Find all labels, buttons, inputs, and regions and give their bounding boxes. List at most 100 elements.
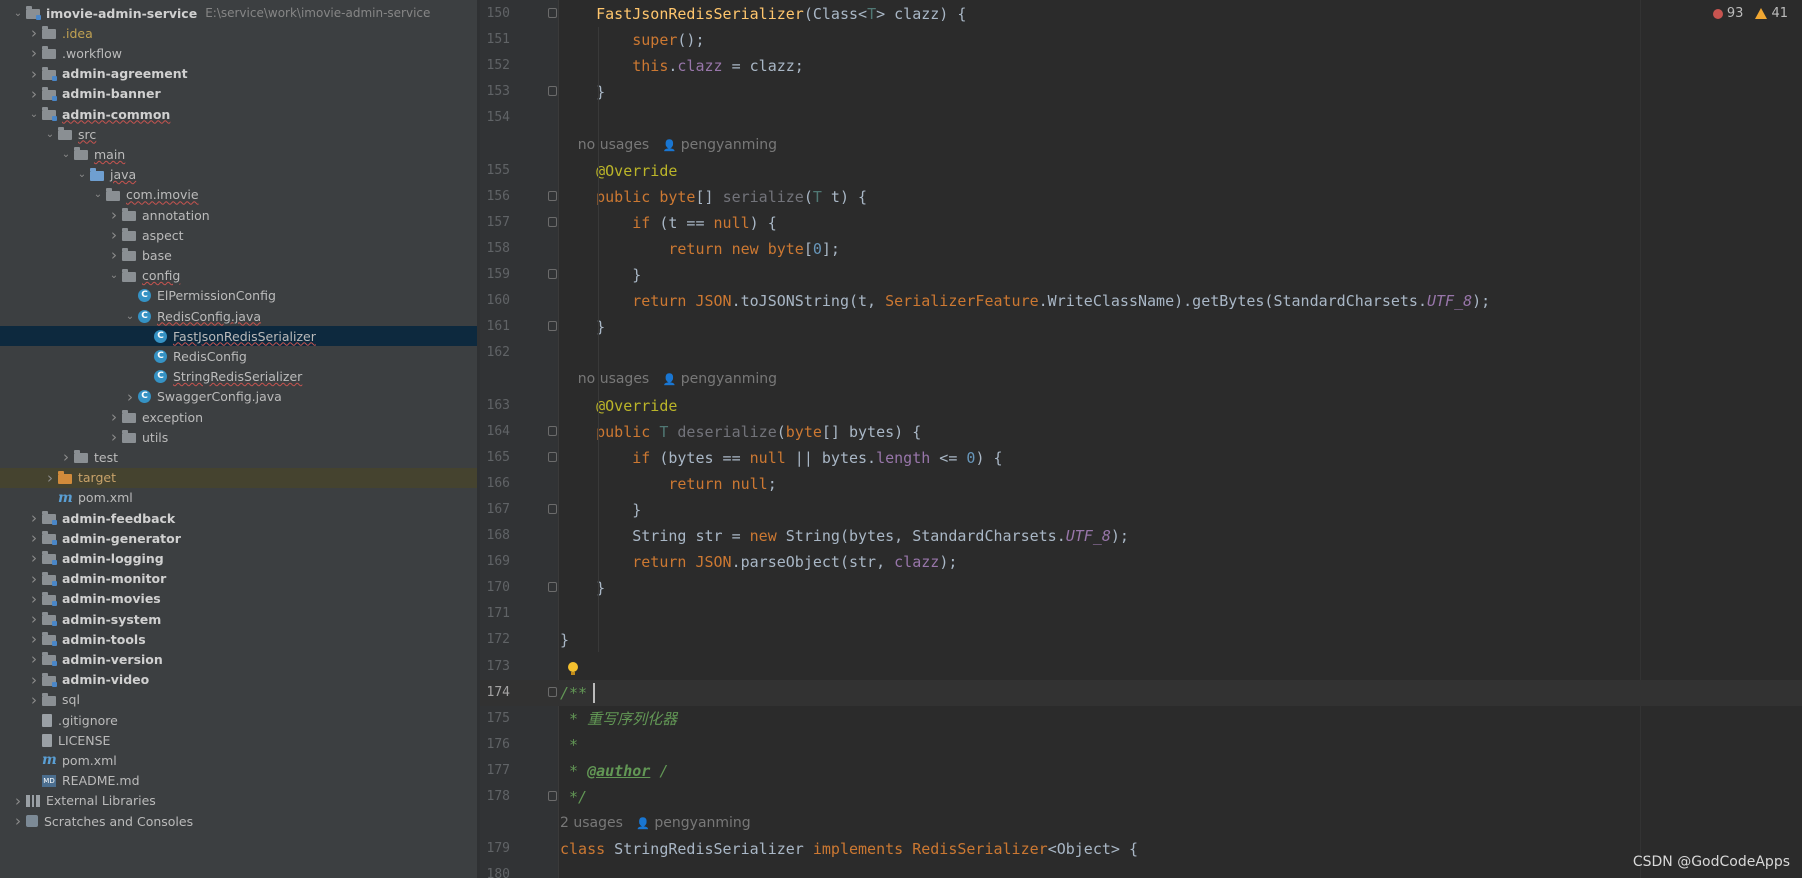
- chevron-down-icon[interactable]: ⌄: [74, 169, 90, 180]
- chevron-down-icon[interactable]: ⌄: [90, 189, 106, 200]
- tree-item[interactable]: › sql: [0, 690, 477, 710]
- fold-marker-icon[interactable]: [548, 582, 557, 593]
- tree-item[interactable]: ⌄ C RedisConfig.java: [0, 306, 477, 326]
- code-line[interactable]: 163 @Override: [480, 393, 1802, 419]
- code-line[interactable]: 171: [480, 601, 1802, 627]
- fold-marker-icon[interactable]: [548, 451, 557, 462]
- chevron-down-icon[interactable]: ⌄: [122, 311, 138, 322]
- tree-item[interactable]: › admin-banner: [0, 84, 477, 104]
- chevron-right-icon[interactable]: ›: [26, 650, 42, 668]
- fold-marker-icon[interactable]: [548, 269, 557, 279]
- code-line[interactable]: 180: [480, 862, 1802, 878]
- chevron-right-icon[interactable]: ›: [106, 206, 122, 224]
- tree-item[interactable]: ⌄ src: [0, 124, 477, 144]
- tree-item[interactable]: .gitignore: [0, 710, 477, 730]
- tree-item[interactable]: ⌄ java: [0, 165, 477, 185]
- chevron-right-icon[interactable]: ›: [26, 44, 42, 62]
- code-line[interactable]: 156 public byte[] serialize(T t) {: [480, 184, 1802, 210]
- lightbulb-icon[interactable]: [568, 662, 578, 675]
- fold-marker-icon[interactable]: [548, 321, 557, 332]
- chevron-right-icon[interactable]: ›: [26, 590, 42, 608]
- chevron-right-icon[interactable]: ›: [26, 671, 42, 689]
- tree-item[interactable]: › annotation: [0, 205, 477, 225]
- tree-item[interactable]: › exception: [0, 407, 477, 427]
- tree-item[interactable]: C FastJsonRedisSerializer: [0, 326, 477, 347]
- tree-item[interactable]: ⌄ imovie-admin-service E:\service\work\imo…: [0, 3, 477, 23]
- chevron-down-icon[interactable]: ⌄: [42, 129, 58, 140]
- tree-item[interactable]: › aspect: [0, 225, 477, 245]
- code-line[interactable]: 162: [480, 340, 1802, 366]
- inlay-hint-line[interactable]: no usages 👤 pengyanming: [480, 132, 1802, 158]
- code-editor[interactable]: 150 FastJsonRedisSerializer(Class<T> cla…: [480, 0, 1802, 878]
- tree-item[interactable]: C StringRedisSerializer: [0, 367, 477, 387]
- code-line[interactable]: 168 String str = new String(bytes, Stand…: [480, 523, 1802, 549]
- code-line[interactable]: 159 }: [480, 262, 1802, 288]
- tree-item[interactable]: › admin-version: [0, 649, 477, 669]
- chevron-right-icon[interactable]: ›: [26, 529, 42, 547]
- code-line[interactable]: 151 super();: [480, 27, 1802, 53]
- fold-marker-icon[interactable]: [548, 86, 557, 97]
- chevron-right-icon[interactable]: ›: [26, 691, 42, 709]
- code-line[interactable]: 173: [480, 654, 1802, 680]
- chevron-right-icon[interactable]: ›: [26, 85, 42, 103]
- code-line[interactable]: 179 class StringRedisSerializer implement…: [480, 836, 1802, 862]
- chevron-down-icon[interactable]: ⌄: [106, 270, 122, 281]
- code-line[interactable]: 155 @Override: [480, 158, 1802, 184]
- tree-item[interactable]: ⌄ com.imovie: [0, 185, 477, 205]
- chevron-right-icon[interactable]: ›: [10, 792, 26, 810]
- chevron-right-icon[interactable]: ›: [26, 610, 42, 628]
- code-line[interactable]: 174 /**: [480, 679, 1802, 706]
- chevron-right-icon[interactable]: ›: [122, 388, 138, 406]
- tree-item[interactable]: ⌄ admin-common: [0, 104, 477, 124]
- tree-item[interactable]: › utils: [0, 427, 477, 447]
- chevron-right-icon[interactable]: ›: [26, 65, 42, 83]
- tree-item[interactable]: › Scratches and Consoles: [0, 811, 477, 831]
- tree-item[interactable]: › .workflow: [0, 43, 477, 63]
- chevron-right-icon[interactable]: ›: [58, 448, 74, 466]
- code-line[interactable]: 169 return JSON.parseObject(str, clazz);: [480, 549, 1802, 575]
- chevron-right-icon[interactable]: ›: [26, 24, 42, 42]
- tree-item[interactable]: m pom.xml: [0, 750, 477, 770]
- tree-item[interactable]: › admin-tools: [0, 629, 477, 649]
- chevron-down-icon[interactable]: ⌄: [58, 149, 74, 160]
- tree-item[interactable]: ⌄ main: [0, 144, 477, 164]
- chevron-right-icon[interactable]: ›: [106, 428, 122, 446]
- fold-marker-icon[interactable]: [548, 686, 557, 697]
- fold-marker-icon[interactable]: [548, 216, 557, 227]
- chevron-right-icon[interactable]: ›: [106, 408, 122, 426]
- tree-item[interactable]: ⌄ config: [0, 266, 477, 286]
- code-line[interactable]: 153 }: [480, 79, 1802, 105]
- tree-item[interactable]: › admin-agreement: [0, 64, 477, 84]
- chevron-right-icon[interactable]: ›: [106, 226, 122, 244]
- tree-item[interactable]: › C SwaggerConfig.java: [0, 387, 477, 407]
- tree-item[interactable]: › admin-logging: [0, 548, 477, 568]
- chevron-right-icon[interactable]: ›: [10, 812, 26, 830]
- code-line[interactable]: 157 if (t == null) {: [480, 210, 1802, 236]
- code-line[interactable]: 177 * @author /: [480, 758, 1802, 784]
- tree-item[interactable]: › test: [0, 447, 477, 467]
- code-line[interactable]: 176 *: [480, 732, 1802, 758]
- chevron-right-icon[interactable]: ›: [42, 469, 58, 487]
- fold-marker-icon[interactable]: [548, 190, 557, 201]
- chevron-right-icon[interactable]: ›: [26, 549, 42, 567]
- chevron-right-icon[interactable]: ›: [26, 570, 42, 588]
- code-line[interactable]: 160 return JSON.toJSONString(t, Serializ…: [480, 288, 1802, 314]
- tree-item[interactable]: › admin-video: [0, 670, 477, 690]
- inspection-widget[interactable]: 93 41: [1712, 6, 1788, 21]
- fold-marker-icon[interactable]: [548, 8, 557, 18]
- fold-marker-icon[interactable]: [548, 791, 557, 801]
- tree-item[interactable]: C ElPermissionConfig: [0, 286, 477, 306]
- chevron-right-icon[interactable]: ›: [26, 509, 42, 527]
- code-line[interactable]: 158 return new byte[0];: [480, 236, 1802, 262]
- tree-item[interactable]: › admin-monitor: [0, 569, 477, 589]
- code-line[interactable]: 150 FastJsonRedisSerializer(Class<T> cla…: [480, 1, 1802, 27]
- code-line[interactable]: 172}: [480, 627, 1802, 653]
- tree-item[interactable]: LICENSE: [0, 730, 477, 750]
- code-line[interactable]: 175 * 重写序列化器: [480, 706, 1802, 732]
- tree-item[interactable]: › admin-system: [0, 609, 477, 629]
- code-line[interactable]: 166 return null;: [480, 471, 1802, 497]
- chevron-down-icon[interactable]: ⌄: [26, 109, 42, 120]
- code-line[interactable]: 167 }: [480, 497, 1802, 523]
- chevron-down-icon[interactable]: ⌄: [10, 8, 26, 19]
- tree-item[interactable]: › admin-generator: [0, 528, 477, 548]
